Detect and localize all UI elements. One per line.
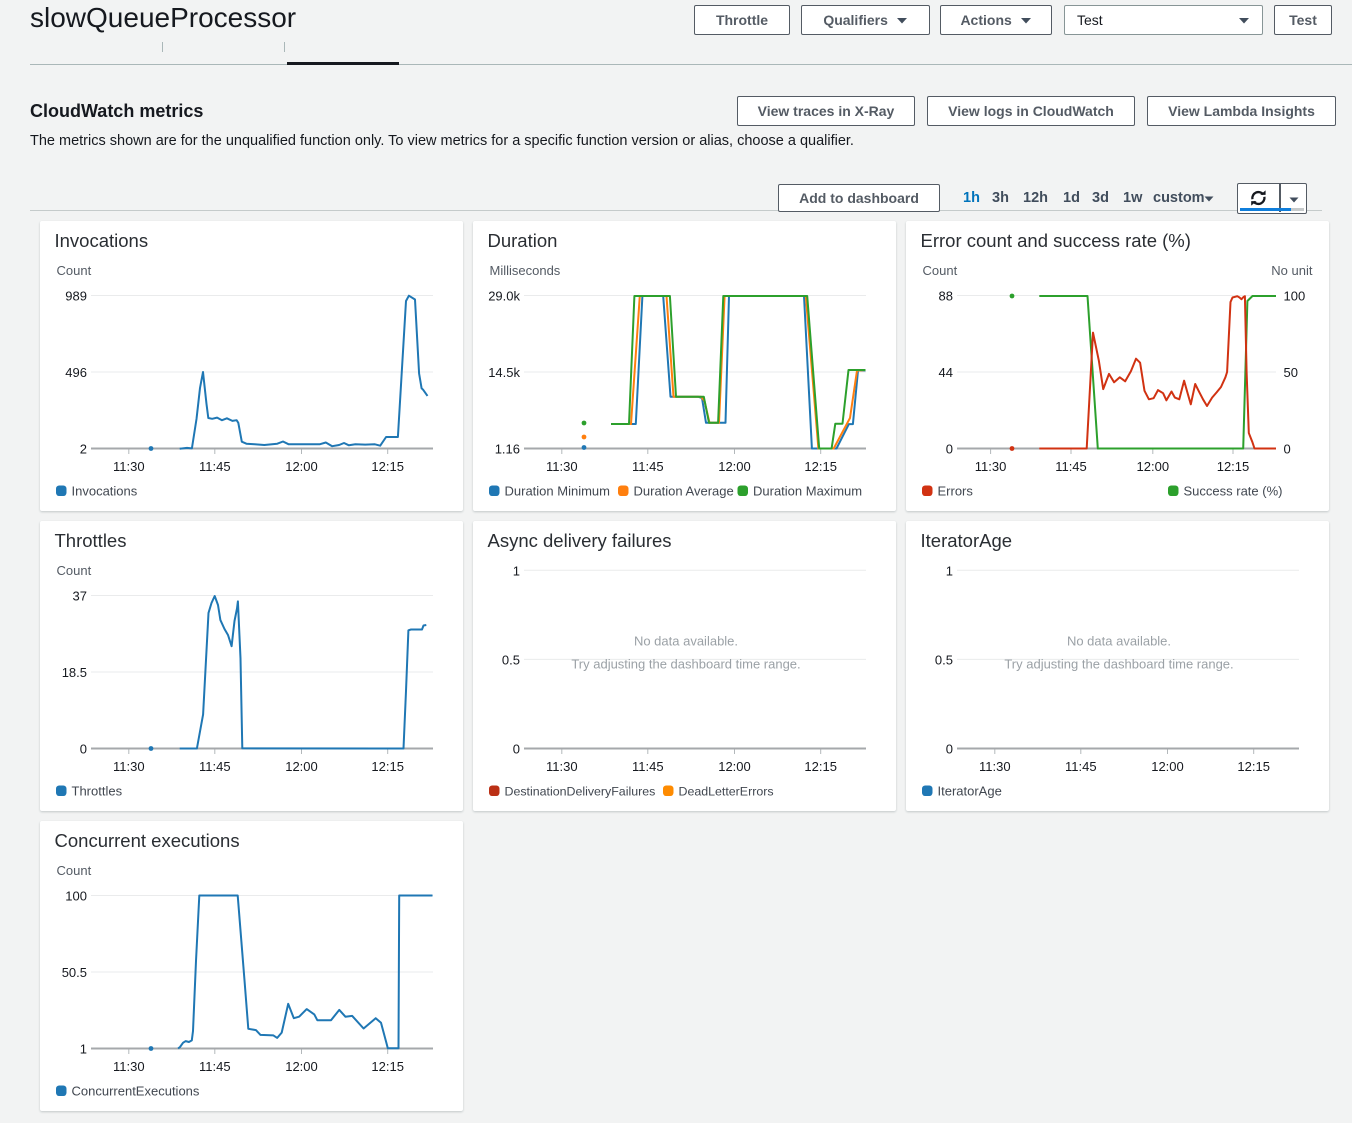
svg-text:11:45: 11:45 <box>199 1059 231 1074</box>
svg-text:11:30: 11:30 <box>113 1059 145 1074</box>
svg-text:11:30: 11:30 <box>979 759 1011 774</box>
svg-text:11:30: 11:30 <box>546 759 578 774</box>
svg-text:50.5: 50.5 <box>62 965 87 980</box>
svg-text:Throttles: Throttles <box>72 784 123 799</box>
svg-text:12:00: 12:00 <box>285 459 318 474</box>
svg-text:12:00: 12:00 <box>1137 459 1170 474</box>
svg-text:1: 1 <box>946 563 953 578</box>
svg-text:0: 0 <box>946 442 953 457</box>
svg-text:Throttles: Throttles <box>55 530 127 551</box>
svg-text:Concurrent executions: Concurrent executions <box>55 830 240 851</box>
svg-text:12:15: 12:15 <box>371 459 404 474</box>
svg-text:Try adjusting the dashboard ti: Try adjusting the dashboard time range. <box>1004 657 1233 672</box>
svg-text:No unit: No unit <box>1271 263 1313 278</box>
svg-text:11:45: 11:45 <box>199 459 231 474</box>
svg-text:44: 44 <box>939 365 953 380</box>
svg-text:1: 1 <box>513 563 520 578</box>
svg-text:1.16: 1.16 <box>495 442 520 457</box>
svg-text:Count: Count <box>57 263 92 278</box>
svg-text:0: 0 <box>80 742 87 757</box>
svg-text:Duration Average: Duration Average <box>634 484 734 499</box>
svg-text:IteratorAge: IteratorAge <box>938 784 1002 799</box>
svg-text:0: 0 <box>513 742 520 757</box>
svg-text:0.5: 0.5 <box>502 652 520 667</box>
svg-text:12:15: 12:15 <box>371 1059 404 1074</box>
svg-text:DestinationDeliveryFailures: DestinationDeliveryFailures <box>505 785 656 799</box>
svg-text:Success rate (%): Success rate (%) <box>1184 484 1283 499</box>
svg-text:11:30: 11:30 <box>113 759 145 774</box>
svg-text:Duration Minimum: Duration Minimum <box>505 484 610 499</box>
svg-text:12:15: 12:15 <box>804 459 837 474</box>
svg-text:11:45: 11:45 <box>1065 759 1097 774</box>
svg-text:11:45: 11:45 <box>199 759 231 774</box>
svg-text:11:30: 11:30 <box>546 459 578 474</box>
svg-text:Invocations: Invocations <box>72 484 138 499</box>
svg-text:12:15: 12:15 <box>1217 459 1250 474</box>
svg-text:ConcurrentExecutions: ConcurrentExecutions <box>72 1084 200 1099</box>
svg-text:0: 0 <box>946 742 953 757</box>
svg-text:0.5: 0.5 <box>935 652 953 667</box>
svg-text:Milliseconds: Milliseconds <box>490 263 561 278</box>
svg-text:No data available.: No data available. <box>634 634 738 649</box>
svg-text:12:00: 12:00 <box>1151 759 1184 774</box>
svg-text:IteratorAge: IteratorAge <box>921 530 1013 551</box>
svg-text:29.0k: 29.0k <box>488 289 520 304</box>
svg-text:11:45: 11:45 <box>632 759 664 774</box>
svg-text:14.5k: 14.5k <box>488 365 520 380</box>
svg-text:Duration: Duration <box>488 230 558 251</box>
svg-text:Error count and success rate (: Error count and success rate (%) <box>921 230 1191 251</box>
svg-text:2: 2 <box>80 442 87 457</box>
svg-text:12:15: 12:15 <box>804 759 837 774</box>
svg-text:100: 100 <box>65 889 87 904</box>
svg-text:12:15: 12:15 <box>371 759 404 774</box>
svg-text:12:00: 12:00 <box>718 759 751 774</box>
svg-text:18.5: 18.5 <box>62 665 87 680</box>
svg-text:37: 37 <box>73 589 87 604</box>
svg-text:12:00: 12:00 <box>285 1059 318 1074</box>
svg-text:100: 100 <box>1284 289 1306 304</box>
svg-text:50: 50 <box>1284 365 1298 380</box>
svg-text:496: 496 <box>65 365 87 380</box>
svg-text:0: 0 <box>1284 442 1291 457</box>
svg-text:DeadLetterErrors: DeadLetterErrors <box>679 785 774 799</box>
svg-text:Count: Count <box>923 263 958 278</box>
svg-text:11:45: 11:45 <box>632 459 664 474</box>
svg-text:11:30: 11:30 <box>975 459 1007 474</box>
svg-text:1: 1 <box>80 1042 87 1057</box>
svg-text:Try adjusting the dashboard ti: Try adjusting the dashboard time range. <box>571 657 800 672</box>
svg-text:Invocations: Invocations <box>55 230 149 251</box>
svg-text:989: 989 <box>65 289 87 304</box>
svg-text:Count: Count <box>57 863 92 878</box>
svg-text:Duration Maximum: Duration Maximum <box>753 484 862 499</box>
svg-text:12:00: 12:00 <box>285 759 318 774</box>
svg-text:No data available.: No data available. <box>1067 634 1171 649</box>
svg-text:11:45: 11:45 <box>1055 459 1087 474</box>
svg-text:Count: Count <box>57 563 92 578</box>
svg-text:Async delivery failures: Async delivery failures <box>488 530 672 551</box>
svg-text:Errors: Errors <box>938 484 974 499</box>
svg-text:88: 88 <box>939 289 953 304</box>
svg-text:11:30: 11:30 <box>113 459 145 474</box>
svg-text:12:15: 12:15 <box>1237 759 1270 774</box>
svg-text:12:00: 12:00 <box>718 459 751 474</box>
